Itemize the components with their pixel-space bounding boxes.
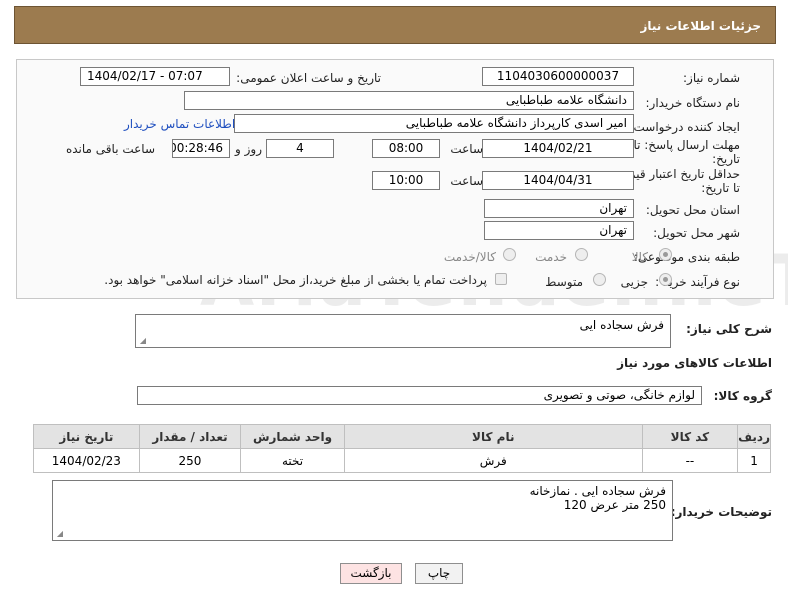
buyer-notes-line2: 250 متر عرض 120 bbox=[563, 498, 666, 512]
resize-handle-icon[interactable]: ◢ bbox=[138, 337, 146, 345]
col-row-number: ردیف bbox=[737, 424, 771, 449]
buyer-notes-textarea[interactable]: فرش سجاده ایی . نمازخانه 250 متر عرض 120… bbox=[52, 480, 673, 541]
resize-handle-icon[interactable]: ◢ bbox=[55, 530, 63, 538]
cell-quantity: 250 bbox=[138, 448, 242, 473]
back-button[interactable]: بازگشت bbox=[340, 563, 402, 584]
validity-date-field: 1404/04/31 bbox=[482, 171, 634, 190]
process-option-minor: جزیی bbox=[620, 275, 648, 289]
category-label: طبقه بندی موضوعی: bbox=[633, 250, 740, 264]
city-field: تهران bbox=[484, 221, 634, 240]
col-quantity: تعداد / مقدار bbox=[138, 424, 242, 449]
page-title: جزئیات اطلاعات نیاز bbox=[640, 19, 761, 33]
cell-item-code: -- bbox=[641, 448, 739, 473]
category-option-goods: کالا bbox=[631, 250, 648, 264]
description-text: فرش سجاده ایی bbox=[579, 318, 664, 332]
print-button[interactable]: چاپ bbox=[415, 563, 463, 584]
remaining-time-label: ساعت باقی مانده bbox=[65, 142, 155, 156]
deadline-time-label: ساعت bbox=[450, 142, 483, 156]
page-header: جزئیات اطلاعات نیاز bbox=[14, 6, 776, 44]
process-radio-minor[interactable] bbox=[659, 273, 672, 286]
requester-field: امیر اسدی کارپرداز دانشگاه علامه طباطبای… bbox=[234, 114, 634, 133]
goods-section-title: اطلاعات کالاهای مورد نیاز bbox=[617, 356, 772, 370]
treasury-bonds-checkbox[interactable] bbox=[495, 273, 507, 285]
table-header-row: ردیف کد کالا نام کالا واحد شمارش تعداد /… bbox=[33, 424, 771, 449]
validity-time-label: ساعت bbox=[450, 174, 483, 188]
deadline-label-line2: تاریخ: bbox=[712, 152, 740, 166]
table-row: 1 -- فرش تخته 250 1404/02/23 bbox=[33, 448, 771, 473]
validity-label-line2: تا تاریخ: bbox=[701, 181, 740, 195]
requester-label: ایجاد کننده درخواست: bbox=[629, 120, 740, 134]
category-option-service: خدمت bbox=[535, 250, 567, 264]
category-option-goods-service: کالا/خدمت bbox=[443, 250, 496, 264]
province-label: استان محل تحویل: bbox=[645, 203, 740, 217]
process-radio-medium[interactable] bbox=[593, 273, 606, 286]
province-field: تهران bbox=[484, 199, 634, 218]
buyer-contact-link[interactable]: اطلاعات تماس خریدار bbox=[124, 117, 235, 131]
goods-group-field: لوازم خانگی، صوتی و تصویری bbox=[137, 386, 702, 405]
cell-unit: تخته bbox=[240, 448, 345, 473]
category-radio-goods-service[interactable] bbox=[503, 248, 516, 261]
need-number-label: شماره نیاز: bbox=[683, 71, 740, 85]
col-item-name: نام کالا bbox=[343, 424, 643, 449]
description-label: شرح کلی نیاز: bbox=[686, 322, 772, 336]
buyer-org-field: دانشگاه علامه طباطبایی bbox=[184, 91, 634, 110]
cell-row-number: 1 bbox=[737, 448, 771, 473]
payment-note: پرداخت تمام یا بخشی از مبلغ خرید،از محل … bbox=[104, 273, 487, 287]
description-textarea[interactable]: فرش سجاده ایی ◢ bbox=[135, 314, 671, 348]
announce-date-field: 1404/02/17 - 07:07 bbox=[80, 67, 230, 86]
days-field: 4 bbox=[266, 139, 334, 158]
goods-group-label: گروه کالا: bbox=[713, 389, 772, 403]
deadline-date-field: 1404/02/21 bbox=[482, 139, 634, 158]
city-label: شهر محل تحویل: bbox=[653, 226, 740, 240]
col-unit: واحد شمارش bbox=[240, 424, 345, 449]
need-number-field: 1104030600000037 bbox=[482, 67, 634, 86]
cell-need-date: 1404/02/23 bbox=[33, 448, 140, 473]
category-radio-service[interactable] bbox=[575, 248, 588, 261]
category-radio-goods[interactable] bbox=[659, 248, 672, 261]
goods-table: ردیف کد کالا نام کالا واحد شمارش تعداد /… bbox=[33, 424, 771, 473]
cell-item-name: فرش bbox=[343, 448, 643, 473]
announce-date-label: تاریخ و ساعت اعلان عمومی: bbox=[236, 71, 381, 85]
deadline-label-line1: مهلت ارسال پاسخ: تا bbox=[633, 138, 740, 152]
col-item-code: کد کالا bbox=[641, 424, 739, 449]
deadline-time-field: 08:00 bbox=[372, 139, 440, 158]
buyer-notes-label: توضیحات خریدار: bbox=[670, 505, 772, 519]
buyer-org-label: نام دستگاه خریدار: bbox=[645, 96, 741, 110]
validity-time-field: 10:00 bbox=[372, 171, 440, 190]
days-label: روز و bbox=[235, 142, 262, 156]
col-need-date: تاریخ نیاز bbox=[33, 424, 140, 449]
buyer-notes-line1: فرش سجاده ایی . نمازخانه bbox=[529, 484, 666, 498]
process-option-medium: متوسط bbox=[545, 275, 583, 289]
remaining-time-field: 00:28:46 bbox=[172, 139, 230, 158]
